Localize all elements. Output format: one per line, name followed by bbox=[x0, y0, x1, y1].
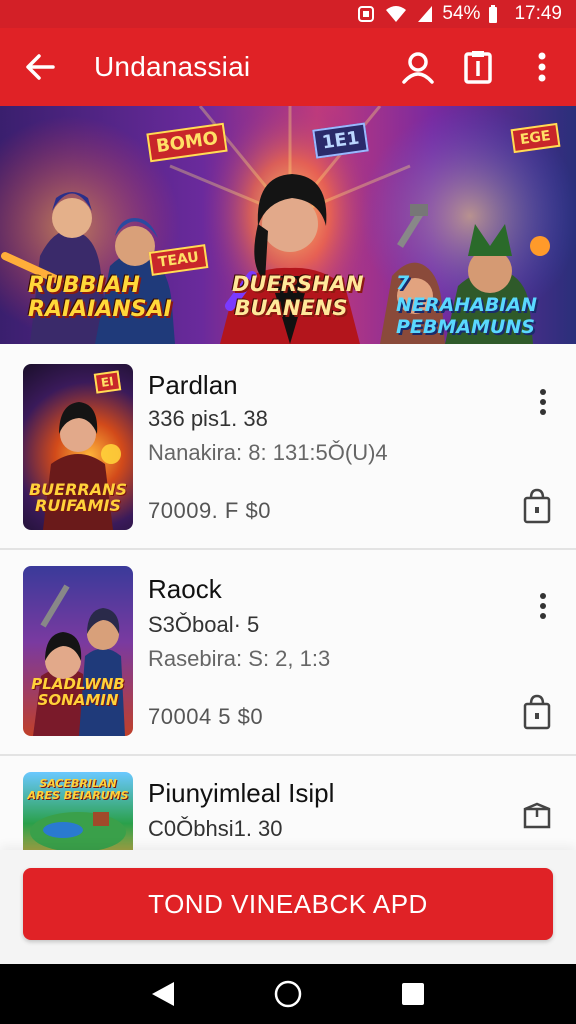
banner-title-left: RUBBIAH RAIAIANSAI bbox=[28, 273, 172, 322]
account-button[interactable] bbox=[388, 28, 448, 106]
item-more-button[interactable] bbox=[530, 586, 556, 626]
nav-back-icon bbox=[151, 982, 174, 1006]
wifi-icon bbox=[384, 4, 408, 24]
clipboard-button[interactable] bbox=[448, 28, 508, 106]
buy-button[interactable] bbox=[520, 486, 554, 526]
status-bar: 54% 17:49 bbox=[0, 0, 576, 28]
nav-back-button[interactable] bbox=[133, 964, 193, 1024]
battery-icon bbox=[488, 4, 498, 24]
system-nav-bar bbox=[0, 964, 576, 1024]
game-meta: 336 pis1. 38 bbox=[148, 406, 268, 431]
promo-banner[interactable]: BOMO TEAU 1E1 EGE RUBBIAH RAIAIANSAI DUE… bbox=[0, 106, 576, 344]
thumb-caption: BUERRANS RUIFAMIS bbox=[28, 480, 128, 515]
game-name: Raock bbox=[148, 574, 222, 604]
game-thumbnail: BUERRANS RUIFAMIS EI bbox=[23, 364, 133, 530]
more-options-button[interactable] bbox=[508, 28, 576, 106]
game-price: 70009. F $0 bbox=[148, 498, 271, 523]
account-icon bbox=[402, 52, 434, 84]
buy-button[interactable] bbox=[520, 796, 554, 836]
nav-recents-button[interactable] bbox=[383, 964, 443, 1024]
nav-recents-icon bbox=[402, 983, 425, 1005]
game-price: 70004 5 $0 bbox=[148, 704, 264, 729]
banner-title-center: DUERSHAN BUANENS bbox=[232, 272, 364, 320]
game-name: Pardlan bbox=[148, 370, 238, 400]
more-vert-icon bbox=[540, 593, 546, 619]
game-thumbnail: PLADLWNB SONAMIN bbox=[23, 566, 133, 736]
app-title: Undanassiai bbox=[94, 51, 251, 82]
notification-icon bbox=[356, 4, 376, 24]
shopping-bag-icon bbox=[523, 488, 551, 524]
thumb-caption: SACEBRILAN ARES BEIARUMS bbox=[27, 777, 129, 802]
primary-action-button[interactable]: TOND VINEABCK APD bbox=[23, 868, 553, 940]
game-details: Rasebira: S: 2, 1:3 bbox=[148, 646, 331, 671]
nav-home-button[interactable] bbox=[258, 964, 318, 1024]
list-item[interactable]: BUERRANS RUIFAMIS EI Pardlan 336 pis1. 3… bbox=[0, 344, 576, 550]
more-vert-icon bbox=[540, 389, 546, 415]
game-details: Nanakira: 8: 131:5Ǒ(U)4 bbox=[148, 440, 388, 465]
clipboard-icon bbox=[464, 51, 492, 84]
clock: 17:49 bbox=[514, 3, 562, 24]
game-meta: C0Ǒbhsi1. 30 bbox=[148, 816, 283, 841]
back-arrow-icon bbox=[26, 54, 55, 80]
battery-text: 54% bbox=[442, 3, 481, 24]
more-vert-icon bbox=[538, 52, 546, 82]
game-name: Piunyimleal Isipl bbox=[148, 778, 335, 808]
list-item[interactable]: PLADLWNB SONAMIN Raock S3Ǒboal· 5 Rasebi… bbox=[0, 550, 576, 756]
back-button[interactable] bbox=[0, 28, 80, 106]
item-more-button[interactable] bbox=[530, 382, 556, 422]
thumb-badge: EI bbox=[93, 370, 121, 394]
box-icon bbox=[523, 802, 551, 829]
nav-home-icon bbox=[274, 980, 302, 1008]
app-bar: Undanassiai bbox=[0, 28, 576, 106]
shopping-bag-icon bbox=[523, 694, 551, 730]
buy-button[interactable] bbox=[520, 692, 554, 732]
game-meta: S3Ǒboal· 5 bbox=[148, 612, 260, 637]
signal-icon bbox=[416, 4, 434, 24]
thumb-caption: PLADLWNB SONAMIN bbox=[31, 675, 125, 709]
banner-title-right: 7 NERAHABIAN PEBMAMUNS bbox=[396, 272, 537, 338]
